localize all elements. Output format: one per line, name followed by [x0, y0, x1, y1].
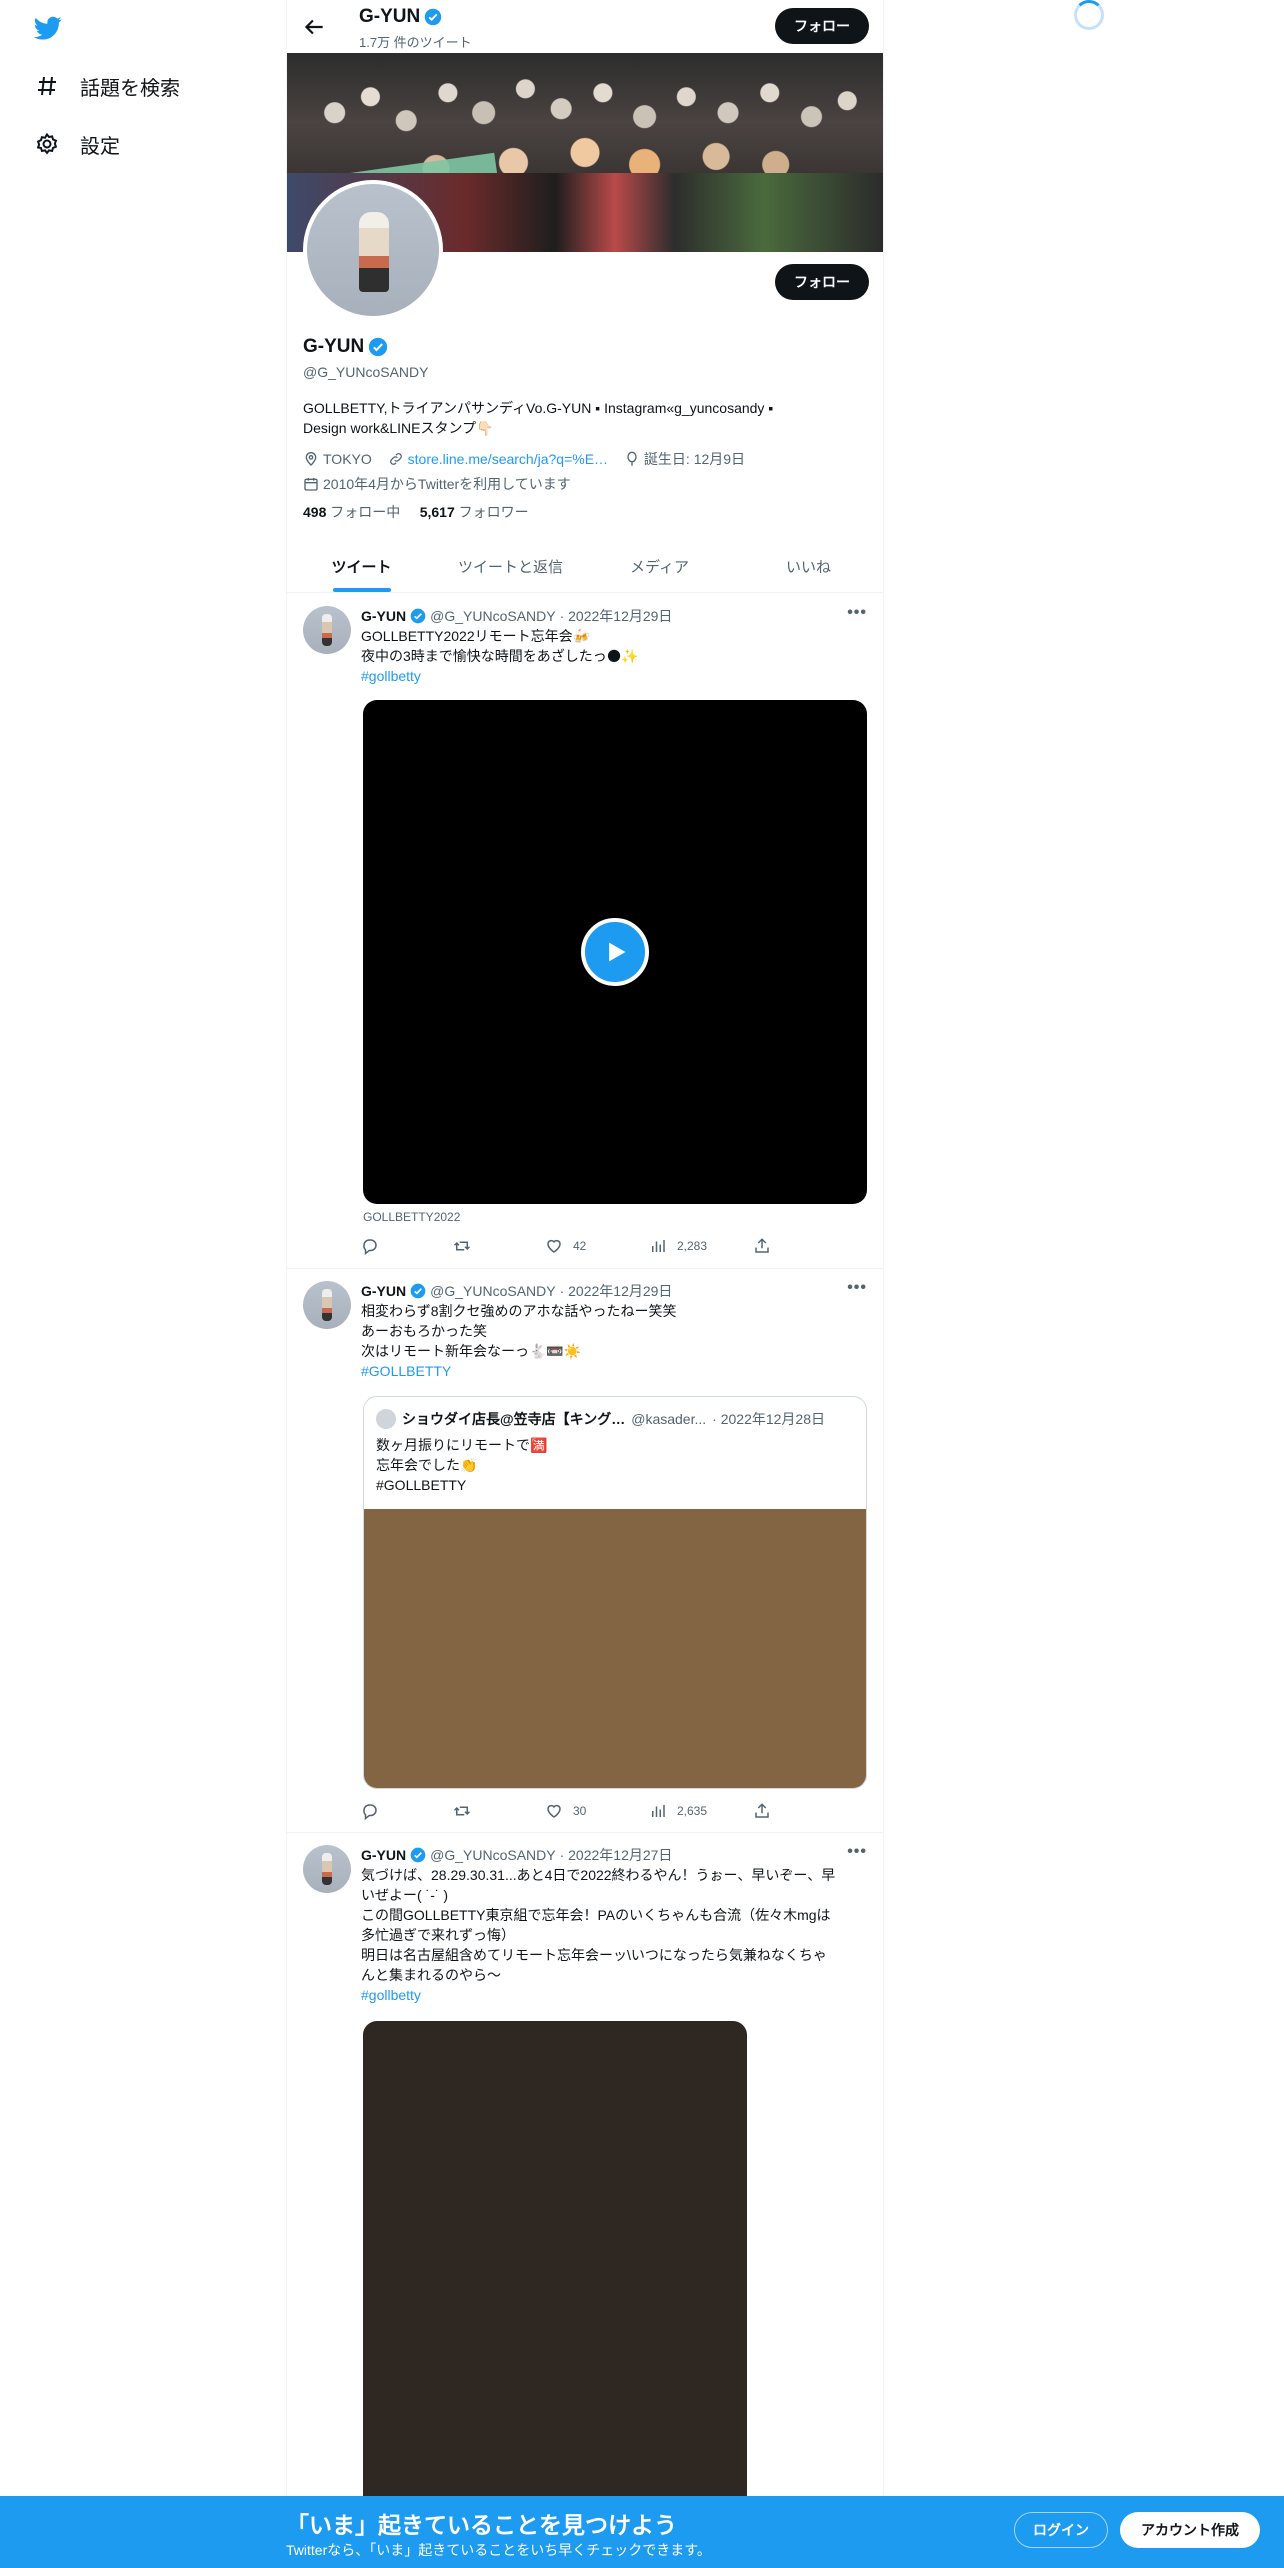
tab-media[interactable]: メディア	[585, 540, 734, 592]
header-follow-button[interactable]: フォロー	[775, 8, 869, 44]
tweet-actions: 30 2,635	[361, 1801, 781, 1821]
follow-button[interactable]: フォロー	[775, 264, 869, 300]
views-button[interactable]: 2,283	[649, 1237, 753, 1255]
retweet-button[interactable]	[453, 1802, 545, 1820]
gear-icon	[34, 131, 60, 157]
loading-spinner-icon	[1074, 0, 1104, 30]
verified-badge-icon	[410, 608, 426, 624]
more-options-icon[interactable]: •••	[847, 1843, 867, 1861]
hashtag-link[interactable]: #GOLLBETTY	[361, 1361, 867, 1381]
retweet-icon	[453, 1241, 471, 1251]
quoted-tweet-header: ショウダイ店長@笠寺店【キング… @kasader... · 2022年12月2…	[376, 1409, 825, 1429]
heart-icon	[547, 1804, 561, 1818]
verified-badge-icon	[369, 337, 388, 357]
profile-handle: @G_YUNcoSANDY	[303, 364, 429, 380]
more-options-icon[interactable]: •••	[847, 604, 867, 622]
quoted-avatar	[376, 1409, 396, 1429]
twitter-logo-icon[interactable]	[32, 14, 64, 42]
nav-item-explore[interactable]: 話題を検索	[34, 66, 180, 106]
following-count-link[interactable]: 498 フォロー中	[303, 504, 400, 520]
retweet-icon	[453, 1806, 471, 1816]
nav-item-label: 設定	[80, 135, 120, 158]
verified-badge-icon	[410, 1283, 426, 1299]
share-icon	[755, 1803, 769, 1818]
share-icon	[755, 1238, 769, 1253]
reply-button[interactable]	[361, 1802, 453, 1820]
tweet-header: G-YUN @G_YUNcoSANDY · 2022年12月27日	[361, 1847, 673, 1863]
signup-banner: 「いま」起きていることを見つけよう Twitterなら、「いま」起きていることを…	[0, 2496, 1284, 2568]
back-arrow-icon[interactable]	[301, 14, 327, 40]
play-icon[interactable]	[581, 918, 649, 986]
header-tweet-count: 1.7万 件のツイート	[359, 35, 472, 50]
followers-count-link[interactable]: 5,617 フォロワー	[420, 504, 529, 520]
tweet-header: G-YUN @G_YUNcoSANDY · 2022年12月29日	[361, 1283, 673, 1299]
tweet[interactable]: G-YUN @G_YUNcoSANDY · 2022年12月29日 ••• 相変…	[287, 1269, 883, 1833]
tweet-video[interactable]	[363, 700, 867, 1204]
signup-banner-subtitle: Twitterなら、「いま」起きていることをいち早くチェックできます。	[286, 2542, 711, 2558]
signup-banner-title: 「いま」起きていることを見つけよう	[286, 2512, 677, 2538]
tab-tweets[interactable]: ツイート	[287, 540, 436, 592]
reply-icon	[363, 1239, 377, 1255]
retweet-button[interactable]	[453, 1237, 545, 1255]
left-navigation: 話題を検索 設定	[0, 0, 286, 2568]
profile-column: G-YUN 1.7万 件のツイート フォロー フォロー G-YUN @G_YUN…	[286, 0, 884, 2568]
profile-joined: 2010年4月からTwitterを利用しています	[303, 473, 571, 495]
profile-bio: GOLLBETTY,トライアンパサンディVo.G-YUN ▪︎ Instagra…	[303, 400, 774, 436]
quoted-tweet[interactable]: ショウダイ店長@笠寺店【キング… @kasader... · 2022年12月2…	[363, 1396, 867, 1789]
profile-header-bar: G-YUN 1.7万 件のツイート フォロー	[287, 0, 883, 53]
quoted-tweet-image[interactable]	[364, 1509, 866, 1788]
verified-badge-icon	[410, 1847, 426, 1863]
tweet[interactable]: G-YUN @G_YUNcoSANDY · 2022年12月27日 ••• 気づ…	[287, 1833, 883, 2568]
tweet-image[interactable]	[363, 2021, 747, 2568]
login-button[interactable]: ログイン	[1014, 2512, 1108, 2548]
header-name: G-YUN	[359, 6, 442, 28]
signup-button[interactable]: アカウント作成	[1120, 2512, 1260, 2548]
share-button[interactable]	[753, 1237, 771, 1255]
calendar-icon	[304, 478, 318, 491]
profile-meta: TOKYO store.line.me/search/ja?q=%E… 誕生日:…	[303, 448, 863, 498]
location-pin-icon	[305, 452, 317, 466]
verified-badge-icon	[424, 8, 442, 26]
hashtag-link[interactable]: #gollbetty	[361, 666, 867, 686]
follow-counts: 498 フォロー中 5,617 フォロワー	[303, 502, 529, 522]
tab-likes[interactable]: いいね	[734, 540, 883, 592]
like-button[interactable]: 30	[545, 1802, 649, 1820]
tab-tweets-and-replies[interactable]: ツイートと返信	[436, 540, 585, 592]
reply-button[interactable]	[361, 1237, 453, 1255]
profile-link[interactable]: store.line.me/search/ja?q=%E…	[388, 448, 608, 470]
tweet-avatar[interactable]	[303, 1845, 351, 1893]
nav-item-settings[interactable]: 設定	[34, 124, 120, 164]
profile-location: TOKYO	[303, 448, 372, 470]
profile-name: G-YUN	[303, 336, 388, 358]
quoted-tweet-text: 数ヶ月振りにリモートで🈵 忘年会でした👏 #GOLLBETTY	[376, 1437, 548, 1493]
profile-avatar[interactable]	[303, 180, 443, 320]
tweet-text: 気づけば、28.29.30.31...あと4日で2022終わるやん！うぉー、早い…	[361, 1865, 867, 2005]
more-options-icon[interactable]: •••	[847, 1279, 867, 1297]
profile-tabs: ツイート ツイートと返信 メディア いいね	[287, 540, 883, 593]
tweet-text: GOLLBETTY2022リモート忘年会🍻 夜中の3時まで愉快な時間をあざしたっ…	[361, 626, 867, 686]
video-caption: GOLLBETTY2022	[363, 1210, 461, 1224]
profile-birthday: 誕生日: 12月9日	[624, 448, 745, 470]
like-button[interactable]: 42	[545, 1237, 649, 1255]
balloon-icon	[627, 451, 637, 466]
analytics-bars-icon	[652, 1805, 665, 1817]
hashtag-link[interactable]: #gollbetty	[361, 1985, 867, 2005]
tweet-header: G-YUN @G_YUNcoSANDY · 2022年12月29日	[361, 608, 673, 624]
tweet-avatar[interactable]	[303, 606, 351, 654]
hashtag-icon	[34, 73, 60, 99]
analytics-bars-icon	[652, 1240, 665, 1252]
link-icon	[389, 453, 402, 465]
views-button[interactable]: 2,635	[649, 1802, 753, 1820]
tweet[interactable]: G-YUN @G_YUNcoSANDY · 2022年12月29日 ••• GO…	[287, 594, 883, 1269]
reply-icon	[363, 1804, 377, 1820]
tweet-actions: 42 2,283	[361, 1236, 781, 1256]
nav-item-label: 話題を検索	[80, 77, 180, 100]
share-button[interactable]	[753, 1802, 771, 1820]
tweet-avatar[interactable]	[303, 1281, 351, 1329]
tweet-text: 相変わらず8割クセ強めのアホな話やったねー笑笑 あーおもろかった笑 次はリモート…	[361, 1301, 867, 1381]
heart-icon	[547, 1239, 561, 1253]
